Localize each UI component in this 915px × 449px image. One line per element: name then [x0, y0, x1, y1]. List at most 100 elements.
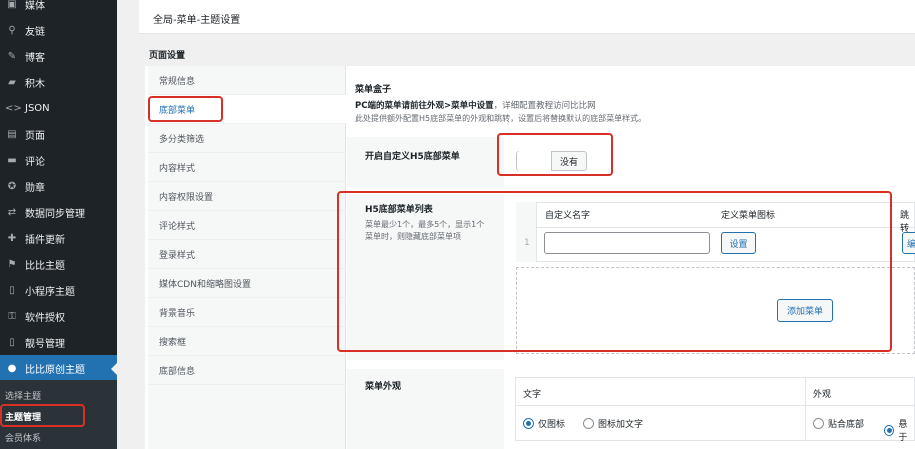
look-header: 外观 — [813, 390, 832, 400]
code-icon: <> — [5, 102, 22, 114]
comment-icon: ▬ — [7, 154, 17, 166]
settings-card: 常规信息 底部菜单 多分类筛选 内容样式 内容权限设置 评论样式 登录样式 媒体CDN和缩略图… — [145, 66, 915, 449]
radio-dot[interactable] — [813, 418, 824, 429]
submenu-membership[interactable]: 会员体系 — [5, 431, 41, 444]
theme-logo-icon: ● — [7, 362, 17, 374]
theme-submenu: 选择主题 主题管理 会员体系 — [0, 380, 117, 449]
sidebar-item-5[interactable]: ▤ 页面 — [0, 121, 117, 147]
tab-6[interactable]: 登录样式 — [148, 240, 346, 269]
menu-box-desc-bold: PC端的菜单请前往外观>菜单中设置 — [355, 101, 494, 111]
plugin-icon: ✚ — [7, 232, 17, 244]
tab-5[interactable]: 评论样式 — [148, 211, 346, 240]
appearance-table — [515, 377, 915, 441]
lock-icon: ⚿ — [8, 310, 16, 322]
sidebar-item-label: 靓号管理 — [25, 338, 65, 350]
enable-h5-menu-label: 开启自定义H5底部菜单 — [365, 152, 460, 162]
sidebar-item-2[interactable]: ✎ 博客 — [0, 43, 117, 69]
radio-dot-checked[interactable] — [884, 424, 895, 436]
link-icon: ⚲ — [8, 24, 16, 36]
col-jump: 跳转 — [900, 211, 910, 234]
sidebar-item-label: 比比原创主题 — [25, 364, 85, 376]
sidebar-item-11[interactable]: ▯ 小程序主题 — [0, 277, 117, 303]
enable-h5-menu-toggle[interactable]: 没有 — [516, 151, 588, 171]
menu-box-desc: PC端的菜单请前往外观>菜单中设置，详细配置教程访问比比网 — [355, 99, 596, 111]
radio-float[interactable]: 悬于 — [884, 417, 915, 443]
sidebar-item-label: 小程序主题 — [25, 286, 75, 298]
sidebar-item-12[interactable]: ⚿ 软件授权 — [0, 303, 117, 329]
points-icon: ▰ — [8, 76, 16, 88]
sidebar-item-label: 软件授权 — [25, 312, 65, 324]
sidebar-item-label: 积木 — [25, 78, 45, 90]
sidebar-item-label: 评论 — [25, 156, 45, 168]
tab-10[interactable]: 底部信息 — [148, 356, 346, 385]
menu-box-desc2: 此处提供额外配置H5底部菜单的外观和跳转，设置后将替换默认的底部菜单样式。 — [355, 114, 647, 123]
sidebar-item-6[interactable]: ▬ 评论 — [0, 147, 117, 173]
phone-icon: ▯ — [9, 336, 15, 348]
sidebar-item-label: 页面 — [25, 130, 45, 142]
tab-8[interactable]: 背景音乐 — [148, 298, 346, 327]
tab-2[interactable]: 多分类筛选 — [148, 124, 346, 153]
sidebar-item-label: 插件更新 — [25, 234, 65, 246]
toggle-label: 没有 — [560, 157, 579, 168]
main-content: 全局-菜单-主题设置 页面设置 常规信息 底部菜单 多分类筛选 内容样式 内容权限设置评… — [117, 0, 915, 449]
col-custom-name: 自定义名字 — [545, 211, 591, 221]
radio-icon-text[interactable]: 图标加文字 — [583, 417, 643, 430]
settings-tabs: 常规信息 底部菜单 多分类筛选 内容样式 内容权限设置 评论样式 登录样式 媒体CDN和缩略图… — [148, 66, 347, 449]
sidebar-item-3[interactable]: ▰ 积木 — [0, 69, 117, 95]
sidebar-item-9[interactable]: ✚ 插件更新 — [0, 225, 117, 251]
tab-3[interactable]: 内容样式 — [148, 153, 346, 182]
toggle-switch[interactable] — [517, 151, 552, 171]
sidebar-item-10[interactable]: ⚑ 比比主题 — [0, 251, 117, 277]
col-menu-icon: 定义菜单图标 — [721, 211, 776, 221]
radio-icon-text-label: 图标加文字 — [598, 420, 644, 430]
sidebar-item-label: 友链 — [25, 26, 45, 38]
menu-list-desc: 菜单最少1个，最多5个，显示1个菜单时，则隐藏底部菜单项 — [365, 220, 485, 241]
text-header: 文字 — [523, 390, 542, 400]
tab-1[interactable]: 底部菜单 — [148, 95, 347, 124]
tab-0[interactable]: 常规信息 — [148, 66, 346, 95]
radio-dot-checked[interactable] — [523, 418, 534, 429]
appearance-divider — [515, 405, 915, 406]
radio-icon-only[interactable]: 仅图标 — [523, 417, 565, 430]
sidebar-item-1[interactable]: ⚲ 友链 — [0, 17, 117, 43]
sidebar-item-7[interactable]: ✪ 勋章 — [0, 173, 117, 199]
phone-icon: ▯ — [9, 284, 15, 296]
sidebar-item-13[interactable]: ▯ 靓号管理 — [0, 329, 117, 355]
sidebar-item-label: 博客 — [25, 52, 45, 64]
radio-stick-bottom[interactable]: 贴合底部 — [813, 417, 864, 430]
add-menu-dropzone — [516, 267, 915, 354]
sidebar-item-label: 媒体 — [25, 0, 45, 12]
settings-header: 全局-菜单-主题设置 — [139, 0, 915, 34]
sidebar-item-4[interactable]: <> JSON — [0, 95, 117, 121]
blog-icon: ✎ — [7, 50, 17, 62]
radio-dot[interactable] — [583, 418, 594, 429]
set-icon-button[interactable]: 设置 — [721, 232, 756, 254]
pin-icon: ⚑ — [7, 258, 17, 270]
sidebar-item-label: JSON — [25, 102, 50, 114]
sync-icon: ⇄ — [7, 206, 17, 218]
radio-stick-bottom-label: 贴合底部 — [828, 420, 865, 430]
table-index-col — [516, 202, 537, 262]
menu-box-desc-rest: ，详细配置教程访问比比网 — [493, 101, 596, 111]
custom-name-input[interactable] — [544, 232, 710, 254]
sidebar-item-8[interactable]: ⇄ 数据同步管理 — [0, 199, 117, 225]
sidebar-item-label: 比比主题 — [25, 260, 65, 272]
sidebar-item-label: 勋章 — [25, 182, 45, 194]
tab-7[interactable]: 媒体CDN和缩略图设置 — [148, 269, 346, 298]
appearance-label: 菜单外观 — [365, 382, 402, 392]
sidebar-item-14[interactable]: ● 比比原创主题 — [0, 355, 117, 381]
submenu-select-theme[interactable]: 选择主题 — [5, 389, 41, 402]
appearance-col-divider — [805, 377, 806, 441]
edit-jump-button[interactable]: 编 — [902, 232, 915, 254]
page-settings-heading: 页面设置 — [149, 51, 186, 61]
row-index: 1 — [524, 238, 530, 248]
tab-9[interactable]: 搜索框 — [148, 327, 346, 356]
tab-4[interactable]: 内容权限设置 — [148, 182, 346, 211]
radio-float-label: 悬于 — [898, 420, 908, 443]
menu-list-title: H5底部菜单列表 — [365, 205, 433, 215]
radio-icon-only-label: 仅图标 — [538, 420, 566, 430]
settings-panel: 菜单盒子 PC端的菜单请前往外观>菜单中设置，详细配置教程访问比比网 此处提供额… — [347, 66, 915, 449]
add-menu-button[interactable]: 添加菜单 — [777, 299, 833, 322]
submenu-theme-management[interactable]: 主题管理 — [5, 410, 41, 423]
sidebar-item-0[interactable]: ▣ 媒体 — [0, 0, 117, 17]
